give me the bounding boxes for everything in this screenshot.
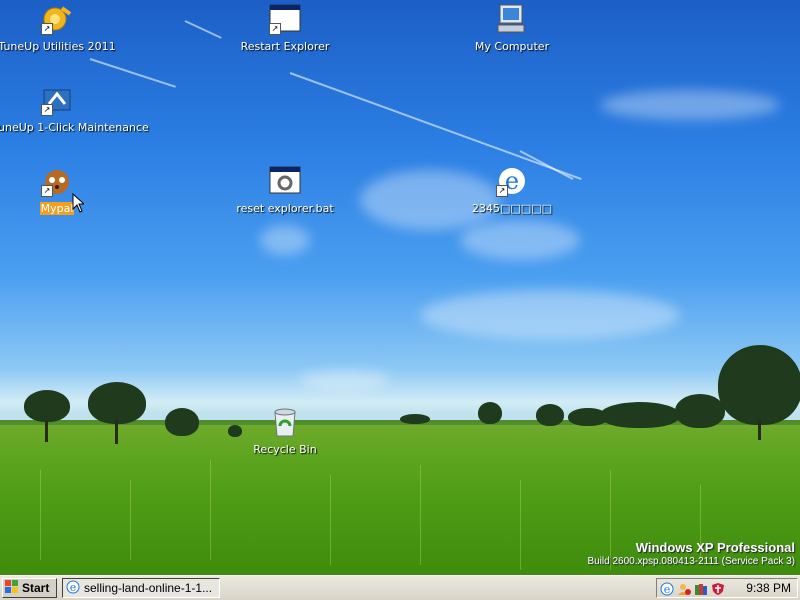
taskbar-button-label: selling-land-online-1-1...	[84, 581, 213, 595]
os-version-watermark: Windows XP Professional Build 2600.xpsp.…	[587, 540, 795, 567]
mypal-icon: ↗	[41, 165, 73, 197]
desktop-icon-label: My Computer	[474, 40, 550, 53]
taskbar-clock[interactable]: 9:38 PM	[746, 581, 791, 595]
user-alert-icon[interactable]	[677, 581, 691, 595]
batch-file-icon: ↗	[269, 3, 301, 35]
start-button[interactable]: Start	[2, 578, 57, 598]
desktop[interactable]: ↗ TuneUp Utilities 2011 ↗ Restart Explor…	[0, 0, 800, 575]
svg-text:e: e	[664, 583, 671, 596]
desktop-icon-label: 2345□□□□□	[472, 202, 552, 215]
desktop-icon-label: Recycle Bin	[253, 443, 317, 456]
books-icon[interactable]	[694, 581, 708, 595]
tuneup-utilities-icon: ↗	[41, 3, 73, 35]
desktop-icon-tuneup-utilities[interactable]: ↗ TuneUp Utilities 2011	[0, 3, 117, 54]
desktop-icon-tuneup-maintenance[interactable]: ↗ uneUp 1-Click Maintenance	[0, 84, 149, 135]
ie-browser-icon: e ↗	[496, 165, 528, 197]
desktop-icon-mypal[interactable]: ↗ Mypal	[0, 165, 117, 216]
desktop-icon-my-computer[interactable]: My Computer	[452, 3, 572, 54]
desktop-icon-2345-browser[interactable]: e ↗ 2345□□□□□	[452, 165, 572, 216]
ie-window-icon: e	[66, 580, 80, 597]
windows-logo-icon	[5, 579, 19, 597]
taskbar: Start e selling-land-online-1-1... e 9:3…	[0, 575, 800, 600]
cloud	[600, 90, 780, 120]
svg-text:e: e	[70, 581, 77, 594]
desktop-icon-label: Restart Explorer	[240, 40, 330, 53]
contrail	[184, 20, 222, 39]
desktop-icon-label: Mypal	[39, 202, 75, 215]
cloud	[260, 225, 310, 255]
cloud	[420, 290, 680, 340]
system-tray: e 9:38 PM	[656, 578, 798, 598]
cloud	[300, 370, 390, 390]
shield-icon[interactable]	[711, 581, 725, 595]
taskbar-button-browser-window[interactable]: e selling-land-online-1-1...	[62, 578, 220, 598]
cloud	[460, 220, 580, 260]
batch-file-icon	[269, 165, 301, 197]
desktop-icon-recycle-bin[interactable]: Recycle Bin	[225, 406, 345, 457]
start-label: Start	[22, 581, 50, 595]
mouse-cursor-icon	[72, 192, 86, 217]
os-edition: Windows XP Professional	[635, 540, 795, 555]
desktop-icon-reset-explorer-bat[interactable]: reset explorer.bat	[225, 165, 345, 216]
desktop-icon-label: TuneUp Utilities 2011	[0, 40, 116, 53]
desktop-icon-label: reset explorer.bat	[236, 202, 334, 215]
tree-line	[0, 345, 800, 444]
tuneup-maintenance-icon: ↗	[41, 84, 73, 116]
contrail	[289, 72, 582, 180]
recycle-bin-icon	[269, 406, 301, 438]
os-build: Build 2600.xpsp.080413-2111 (Service Pac…	[587, 556, 795, 567]
desktop-icon-restart-explorer[interactable]: ↗ Restart Explorer	[225, 3, 345, 54]
ie-tray-icon[interactable]: e	[660, 581, 674, 596]
my-computer-icon	[496, 3, 528, 35]
desktop-icon-label: uneUp 1-Click Maintenance	[0, 121, 149, 134]
